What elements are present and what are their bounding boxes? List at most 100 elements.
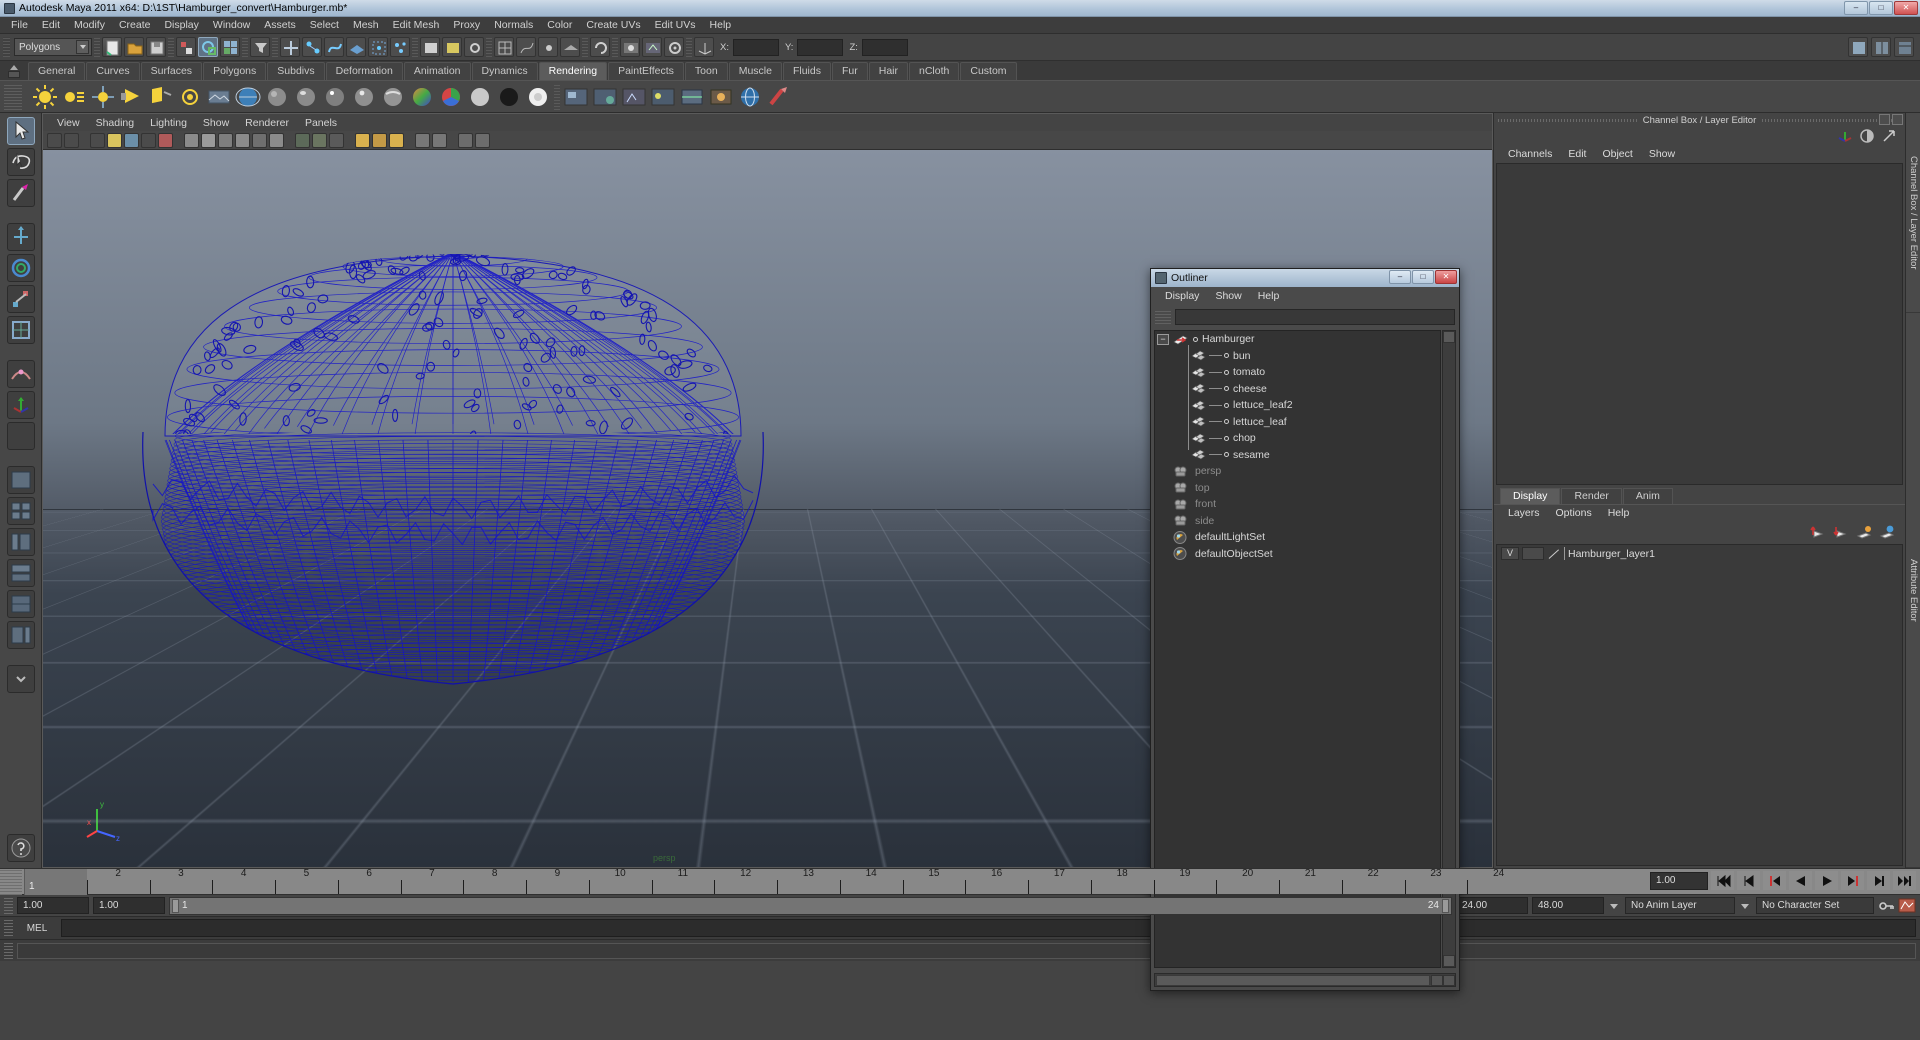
point-light-icon[interactable] [90,84,116,110]
hypershade-persp-layout-button[interactable] [6,590,35,618]
shelf-tab-fur[interactable]: Fur [831,62,868,80]
time-slider[interactable]: 1234567891011121314151617181920212223241… [0,868,1920,895]
layer-row[interactable]: V Hamburger_layer1 [1497,545,1902,562]
node-expand-dot[interactable] [1224,353,1229,359]
outliner-minimize-button[interactable]: – [1389,270,1411,284]
menu-proxy[interactable]: Proxy [446,18,487,32]
script-language-label[interactable]: MEL [17,923,57,934]
layer-editor-tab-anim[interactable]: Anim [1622,488,1673,504]
viewport-menu-lighting[interactable]: Lighting [142,116,195,130]
node-expand-dot[interactable] [1224,452,1229,458]
select-by-component-button[interactable] [220,37,240,57]
arrow-icon[interactable] [1881,129,1897,143]
shelf-tab-deformation[interactable]: Deformation [325,62,403,80]
go-to-end-button[interactable] [1893,871,1916,890]
menu-assets[interactable]: Assets [257,18,303,32]
step-forward-keyframe-button[interactable] [1867,871,1890,890]
save-scene-button[interactable] [146,37,166,57]
screen-space-ao-icon[interactable] [312,132,327,148]
selection-mask-button[interactable] [250,37,270,57]
phonge-sphere-icon[interactable] [351,84,377,110]
current-time-field[interactable]: 1.00 [1650,871,1708,890]
mask-misc-icon[interactable] [442,37,462,57]
viewport-menu-view[interactable]: View [49,116,88,130]
menu-set-selector[interactable]: Polygons [14,38,92,56]
lock-camera-icon[interactable] [64,132,79,148]
four-view-layout-button[interactable] [6,497,35,525]
isolate-select-icon[interactable] [355,132,370,148]
outliner-filter-icon[interactable] [1155,309,1171,324]
show-manipulator-tool-button[interactable] [6,391,35,419]
shelf-tab-painteffects[interactable]: PaintEffects [608,62,684,80]
image-plane-icon[interactable] [124,132,139,148]
node-expand-dot[interactable] [1224,402,1229,408]
move-tool-button[interactable] [6,223,35,251]
shelf-tab-toon[interactable]: Toon [684,62,728,80]
shelf-tab-hair[interactable]: Hair [868,62,908,80]
shadows-icon[interactable] [295,132,310,148]
show-hide-attribute-editor-button[interactable] [1848,37,1868,57]
render-globe-icon[interactable] [235,84,261,110]
scroll-down-arrow-icon[interactable] [1443,955,1455,967]
maximize-button[interactable]: □ [1869,1,1893,15]
select-tool-button[interactable] [6,117,35,145]
volume-light-icon[interactable] [177,84,203,110]
menu-help[interactable]: Help [703,18,739,32]
exposure-icon[interactable] [415,132,430,148]
single-perspective-view-button[interactable] [6,466,35,494]
layer-editor-menu-layers[interactable]: Layers [1500,507,1548,519]
snap-curve-button[interactable] [516,37,536,57]
channel-box-menu-show[interactable]: Show [1641,148,1683,160]
outliner-item-front[interactable]: front [1155,496,1440,513]
menu-select[interactable]: Select [303,18,346,32]
go-to-start-button[interactable] [1711,871,1734,890]
xray-icon[interactable] [372,132,387,148]
layered-shader-icon[interactable] [525,84,551,110]
menu-mesh[interactable]: Mesh [346,18,386,32]
scroll-up-arrow-icon[interactable] [1443,331,1455,343]
image-plane-icon[interactable] [206,84,232,110]
z-coordinate-field[interactable] [861,38,908,56]
range-end-time-field[interactable]: 24.00 [1456,897,1528,914]
y-coordinate-field[interactable] [797,38,844,56]
scale-tool-button[interactable] [6,285,35,313]
channel-box-menu-edit[interactable]: Edit [1560,148,1594,160]
character-set-field[interactable]: No Character Set [1756,897,1874,914]
camera-attributes-icon[interactable] [90,132,105,148]
expand-collapse-icon[interactable]: − [1157,333,1169,345]
outliner-menu-display[interactable]: Display [1157,290,1207,302]
mask-dynamics-icon[interactable] [390,37,410,57]
help-line-grip[interactable] [4,942,13,959]
mental-ray-icon[interactable] [708,84,734,110]
shelf-tab-general[interactable]: General [28,62,86,80]
outliner-maximize-button[interactable]: □ [1412,270,1434,284]
snap-view-plane-button[interactable] [560,37,580,57]
time-slider-grip[interactable] [0,869,22,895]
animation-end-time-field[interactable]: 48.00 [1532,897,1604,914]
spot-light-icon[interactable] [119,84,145,110]
viewport-settings-icon[interactable] [458,132,473,148]
node-expand-dot[interactable] [1224,435,1229,441]
shelf-tab-animation[interactable]: Animation [403,62,471,80]
range-start-handle[interactable] [172,898,179,913]
shelf-drag-handle[interactable] [4,84,22,110]
outliner-item-side[interactable]: side [1155,513,1440,530]
transform-axis-icon[interactable] [694,37,714,57]
globe-render-icon[interactable] [737,84,763,110]
render-settings-window-icon[interactable] [621,84,647,110]
mask-locator-icon[interactable] [464,37,484,57]
auto-key-icon[interactable] [1878,899,1894,913]
outliner-item-defaultlightset[interactable]: defaultLightSet [1155,529,1440,546]
color-wheel-icon[interactable] [438,84,464,110]
hscroll-thumb[interactable] [1156,974,1430,986]
shelf-tab-rendering[interactable]: Rendering [538,62,608,80]
shelf-tab-dynamics[interactable]: Dynamics [471,62,538,80]
smooth-shade-all-icon[interactable] [201,132,216,148]
minimize-button[interactable]: – [1844,1,1868,15]
menu-edit[interactable]: Edit [35,18,67,32]
shelf-tab-ncloth[interactable]: nCloth [909,62,960,80]
layer-editor-tab-display[interactable]: Display [1500,488,1561,504]
range-slider-grip[interactable] [4,897,13,914]
paint-effects-icon[interactable] [766,84,792,110]
hypershade-icon[interactable] [650,84,676,110]
